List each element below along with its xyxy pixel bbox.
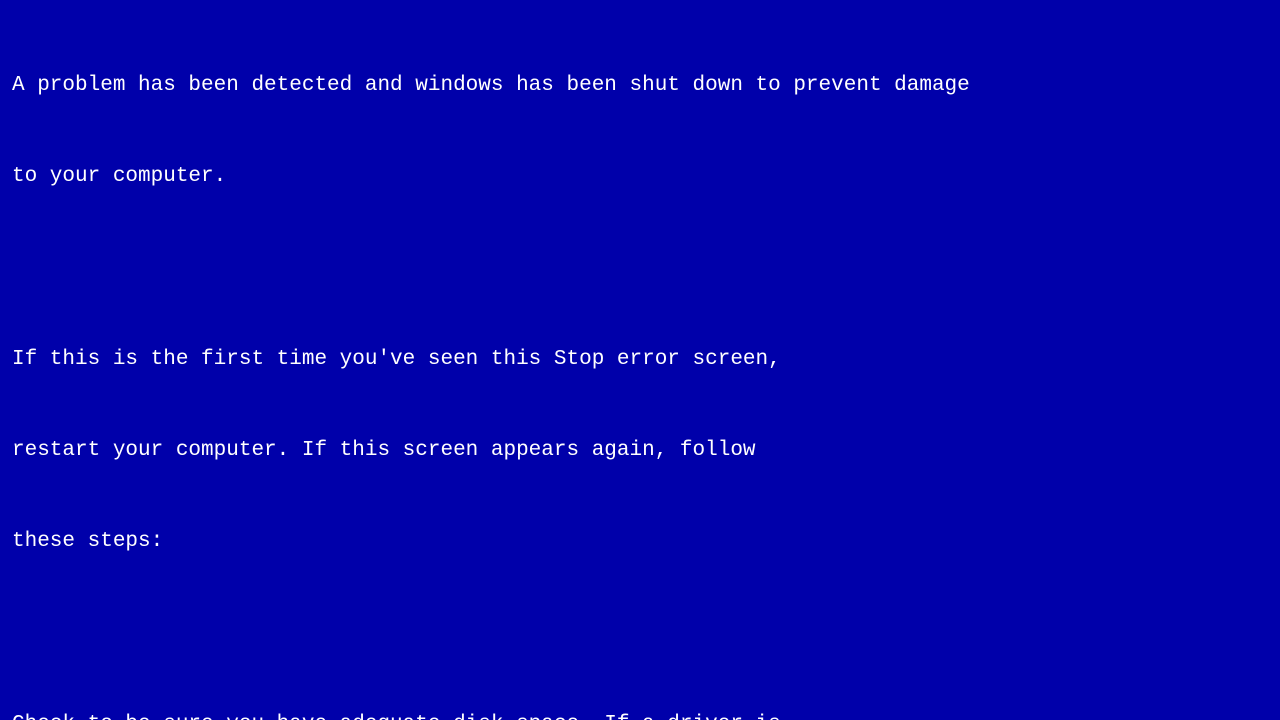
bsod-line-1: A problem has been detected and windows … xyxy=(12,71,1268,101)
bsod-line-5: these steps: xyxy=(12,527,1268,557)
bsod-screen: A problem has been detected and windows … xyxy=(0,0,1280,720)
bsod-line-2: to your computer. xyxy=(12,162,1268,192)
bsod-line-6: Check to be sure you have adequate disk … xyxy=(12,710,1268,720)
bsod-blank-1 xyxy=(12,254,1268,284)
bsod-blank-2 xyxy=(12,619,1268,649)
bsod-line-3: If this is the first time you've seen th… xyxy=(12,345,1268,375)
bsod-line-4: restart your computer. If this screen ap… xyxy=(12,436,1268,466)
